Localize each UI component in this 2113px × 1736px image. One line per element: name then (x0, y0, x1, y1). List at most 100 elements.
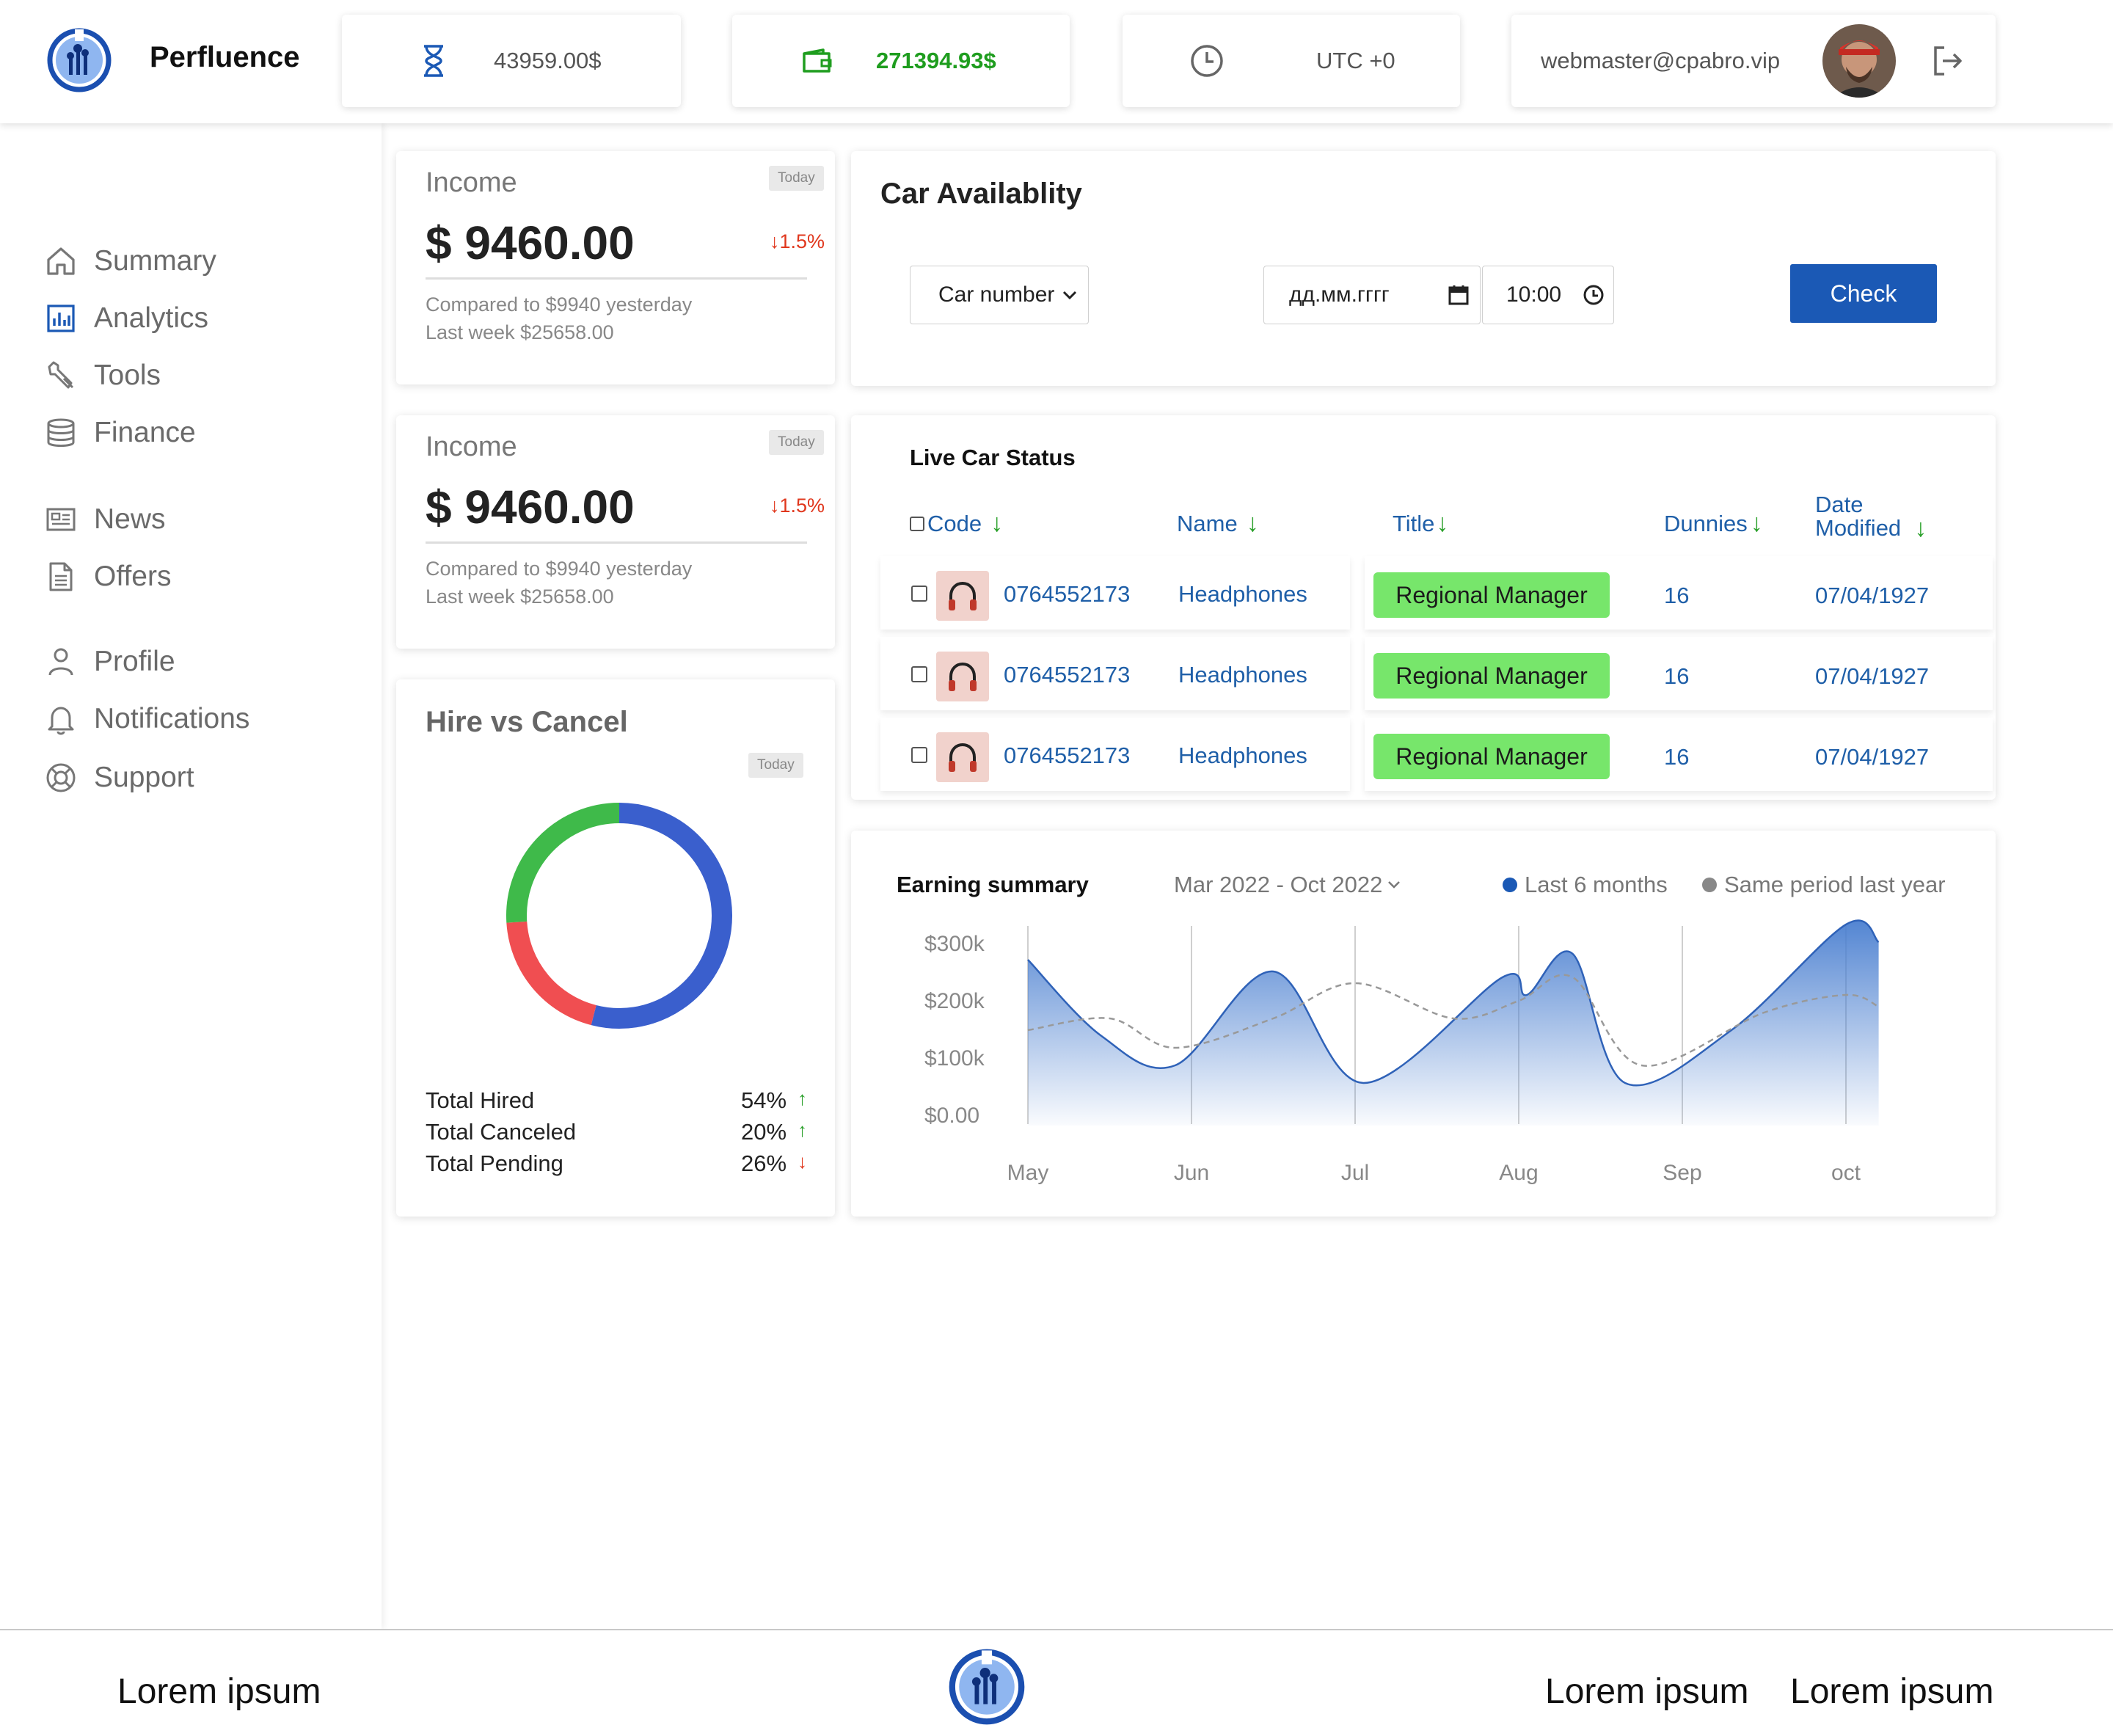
arrow-down-icon: ↓ (769, 495, 780, 517)
check-button[interactable]: Check (1790, 264, 1937, 323)
earning-area-chart: $300k $200k $100k $0.00 May Jun Jul Aug Sep oct (924, 919, 1880, 1185)
user-icon (44, 645, 78, 679)
row-dunnies: 16 (1664, 583, 1690, 608)
sidebar-item-news[interactable]: News (44, 497, 166, 541)
date-input[interactable]: дд.мм.гггг (1263, 266, 1481, 324)
donut-segment-total-hired (591, 803, 732, 1029)
hire-stat-row: Total Hired 54% ↑ (426, 1087, 807, 1114)
wallet-icon (803, 48, 832, 73)
sidebar-item-profile[interactable]: Profile (44, 640, 175, 684)
sidebar-item-support[interactable]: Support (44, 756, 194, 800)
headphones-icon (949, 662, 977, 691)
row-title-badge: Regional Manager (1373, 734, 1610, 779)
sidebar-item-notifications[interactable]: Notifications (44, 697, 249, 741)
select-all-checkbox[interactable] (910, 516, 924, 531)
row-checkbox[interactable] (911, 586, 927, 602)
income-card: Income Today $ 9460.00 ↓1.5% Compared to… (396, 415, 835, 649)
donut-segment-total-canceled (506, 921, 596, 1026)
headphones-thumbnail (936, 652, 989, 701)
income-change: ↓1.5% (769, 230, 825, 252)
row-checkbox[interactable] (911, 747, 927, 763)
table-row[interactable]: 0764552173 Headphones Regional Manager 1… (880, 718, 2025, 791)
sidebar-item-summary[interactable]: Summary (44, 239, 216, 283)
row-code-link[interactable]: 0764552173 (1004, 662, 1130, 688)
car-availability-title: Car Availablity (880, 178, 1082, 210)
row-date: 07/04/1927 (1815, 583, 1930, 608)
row-name-link[interactable]: Headphones (1178, 743, 1307, 769)
home-icon (44, 244, 78, 278)
stat-value: 20% (741, 1119, 787, 1145)
column-header-name[interactable]: Name ↓ (1177, 509, 1259, 538)
brand-logo[interactable] (45, 23, 113, 97)
sidebar-item-label: Tools (94, 360, 161, 391)
database-icon (44, 416, 78, 450)
column-header-code[interactable]: Code ↓ (910, 509, 1003, 538)
timezone-card[interactable]: UTC +0 (1123, 15, 1460, 107)
today-badge: Today (769, 166, 824, 191)
wrench-icon (44, 359, 78, 393)
footer: Lorem ipsum Lorem ipsum Lorem ipsum (0, 1629, 2113, 1736)
sidebar-item-label: News (94, 503, 166, 535)
footer-link[interactable]: Lorem ipsum (1545, 1671, 1748, 1712)
car-number-select[interactable]: Car number (910, 266, 1089, 324)
document-icon (44, 560, 78, 594)
footer-link[interactable]: Lorem ipsum (1790, 1671, 1993, 1712)
hourglass-icon (424, 45, 443, 77)
sidebar-item-label: Finance (94, 417, 196, 448)
x-tick-label: Sep (1663, 1161, 1701, 1185)
pending-stat-row: Total Pending 26% ↓ (426, 1150, 807, 1177)
column-header-dunnies[interactable]: Dunnies ↓ (1664, 509, 1763, 538)
sidebar-item-label: Support (94, 762, 194, 793)
logout-icon[interactable] (1931, 44, 1965, 78)
x-tick-label: Jun (1174, 1161, 1209, 1185)
calendar-icon[interactable] (1448, 284, 1470, 306)
row-code-link[interactable]: 0764552173 (1004, 581, 1130, 608)
column-header-title[interactable]: Title ↓ (1393, 509, 1448, 538)
car-number-select-value: Car number (938, 282, 1055, 307)
avatar[interactable] (1822, 24, 1896, 98)
income-compared: Compared to $9940 yesterday (426, 558, 693, 580)
sidebar-item-analytics[interactable]: Analytics (44, 296, 208, 340)
sidebar-item-offers[interactable]: Offers (44, 555, 171, 599)
arrow-down-icon: ↓ (798, 1150, 807, 1172)
row-date: 07/04/1927 (1815, 663, 1930, 689)
x-tick-label: Jul (1341, 1161, 1369, 1185)
table-row[interactable]: 0764552173 Headphones Regional Manager 1… (880, 556, 2025, 630)
sort-arrow-icon: ↓ (1436, 509, 1449, 537)
date-input-placeholder: дд.мм.гггг (1289, 282, 1390, 307)
row-title-badge: Regional Manager (1373, 653, 1610, 699)
column-header-date-modified[interactable]: Date Modified ↓ (1815, 493, 1927, 541)
income-last-week: Last week $25658.00 (426, 321, 614, 343)
time-input-value: 10:00 (1506, 282, 1562, 307)
sidebar-item-label: Analytics (94, 302, 209, 334)
clock-icon (1191, 45, 1223, 77)
timezone-value: UTC +0 (1316, 48, 1395, 73)
row-code-link[interactable]: 0764552173 (1004, 743, 1130, 769)
income-amount: $ 9460.00 (426, 481, 635, 533)
area-fill-last-6-months (1028, 920, 1879, 1126)
row-name-link[interactable]: Headphones (1178, 662, 1307, 688)
row-name-link[interactable]: Headphones (1178, 581, 1307, 608)
bar-chart-icon (44, 302, 78, 335)
sidebar-item-finance[interactable]: Finance (44, 411, 196, 455)
clock-icon[interactable] (1583, 284, 1605, 306)
table-row[interactable]: 0764552173 Headphones Regional Manager 1… (880, 637, 2025, 710)
today-badge: Today (769, 430, 824, 455)
income-compared: Compared to $9940 yesterday (426, 293, 693, 316)
x-tick-label: May (1007, 1161, 1049, 1185)
sort-arrow-icon: ↓ (1750, 509, 1763, 537)
sidebar-item-label: Profile (94, 646, 175, 677)
wallet-card: 271394.93$ (732, 15, 1070, 107)
row-dunnies: 16 (1664, 744, 1690, 770)
footer-link[interactable]: Lorem ipsum (117, 1671, 321, 1712)
hire-vs-cancel-card: Hire vs Cancel Today Total Hired 54% ↑ T… (396, 679, 835, 1217)
account-card: webmaster@cpabro.vip (1511, 15, 1996, 107)
row-title-badge: Regional Manager (1373, 572, 1610, 618)
sidebar-item-tools[interactable]: Tools (44, 354, 161, 398)
hold-balance-value: 43959.00$ (494, 48, 602, 73)
time-input[interactable]: 10:00 (1482, 266, 1614, 324)
arrow-up-icon: ↑ (798, 1087, 807, 1109)
row-checkbox[interactable] (911, 666, 927, 682)
x-tick-label: oct (1831, 1161, 1861, 1185)
hire-cancel-donut-chart (506, 803, 732, 1029)
